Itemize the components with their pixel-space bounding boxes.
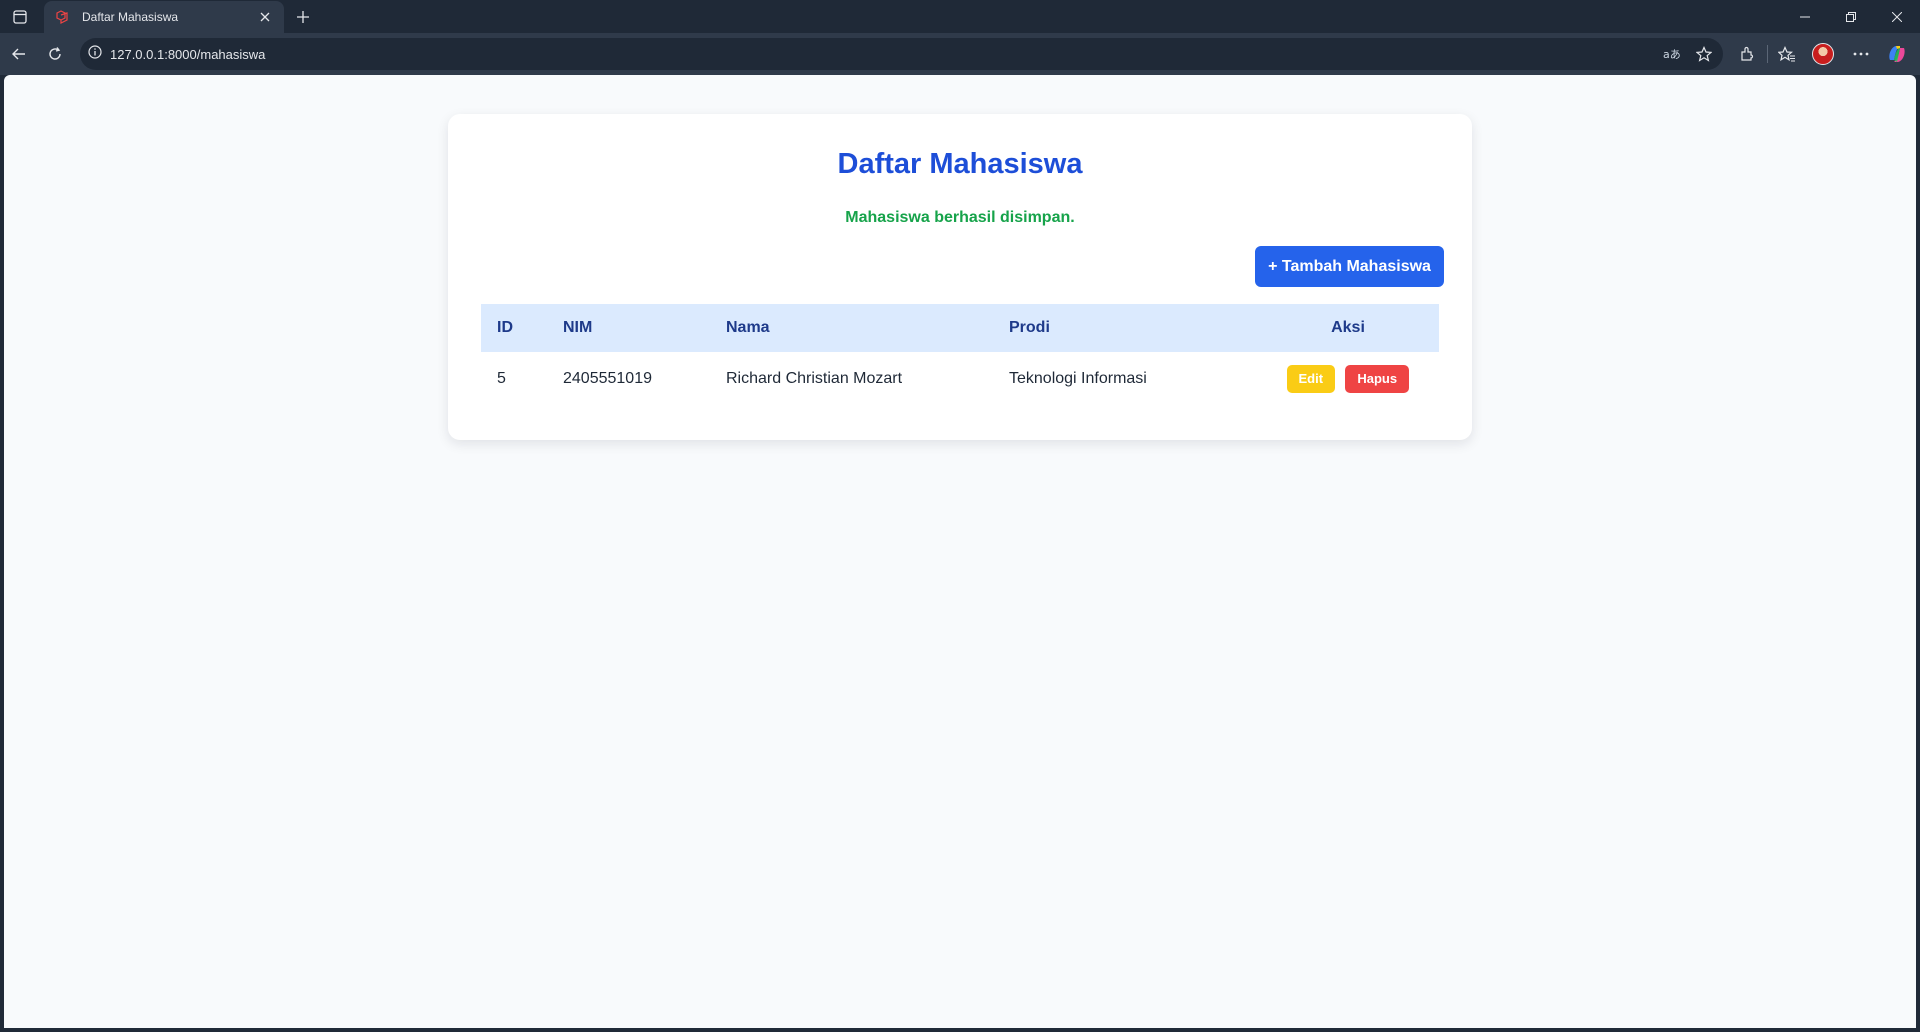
edit-button[interactable]: Edit <box>1286 364 1335 393</box>
toolbar-divider <box>1767 45 1768 63</box>
cell-nim: 2405551019 <box>563 369 652 387</box>
laravel-favicon-icon <box>54 9 70 25</box>
page-viewport: Daftar Mahasiswa Mahasiswa berhasil disi… <box>4 75 1916 1028</box>
extensions-icon[interactable] <box>1732 40 1762 68</box>
browser-toolbar: 127.0.0.1:8000/mahasiswa aあ <box>0 33 1920 75</box>
plus-icon[interactable] <box>290 4 316 30</box>
add-mahasiswa-button[interactable]: + Tambah Mahasiswa <box>1255 246 1444 287</box>
more-icon[interactable] <box>1846 40 1876 68</box>
address-bar[interactable]: 127.0.0.1:8000/mahasiswa aあ <box>80 38 1723 70</box>
restore-icon[interactable] <box>1828 0 1874 33</box>
cell-id: 5 <box>497 369 506 387</box>
column-header-prodi: Prodi <box>993 304 1257 352</box>
column-header-id: ID <box>481 304 547 352</box>
svg-text:aあ: aあ <box>1663 48 1681 61</box>
mahasiswa-card: Daftar Mahasiswa Mahasiswa berhasil disi… <box>448 114 1472 440</box>
back-icon[interactable] <box>4 40 34 68</box>
url-text[interactable]: 127.0.0.1:8000/mahasiswa <box>110 47 265 62</box>
cell-prodi: Teknologi Informasi <box>1009 369 1147 387</box>
minimize-icon[interactable] <box>1782 0 1828 33</box>
avatar[interactable] <box>1812 43 1834 65</box>
tab-actions-icon[interactable] <box>6 4 34 30</box>
browser-tab-bar: Daftar Mahasiswa <box>0 0 1920 33</box>
browser-tab[interactable]: Daftar Mahasiswa <box>44 1 284 33</box>
success-message: Mahasiswa berhasil disimpan. <box>845 209 1075 226</box>
column-header-nama: Nama <box>710 304 993 352</box>
close-icon[interactable] <box>256 8 274 26</box>
favorite-star-icon[interactable] <box>1690 38 1718 70</box>
window-close-icon[interactable] <box>1874 0 1920 33</box>
copilot-icon[interactable] <box>1886 43 1908 65</box>
table-row: 5 2405551019 Richard Christian Mozart Te… <box>481 352 1439 405</box>
mahasiswa-table: ID NIM Nama Prodi Aksi 5 2405551019 Rich… <box>481 304 1439 405</box>
column-header-nim: NIM <box>547 304 710 352</box>
favorites-icon[interactable] <box>1772 40 1802 68</box>
info-icon[interactable] <box>88 44 102 64</box>
column-header-aksi: Aksi <box>1257 304 1439 352</box>
tab-title: Daftar Mahasiswa <box>82 10 179 24</box>
cell-aksi: Edit Hapus <box>1257 352 1439 405</box>
cell-nama: Richard Christian Mozart <box>726 369 903 387</box>
reload-icon[interactable] <box>40 40 70 68</box>
page-title: Daftar Mahasiswa <box>837 148 1083 180</box>
read-aloud-icon[interactable]: aあ <box>1658 38 1686 70</box>
table-header-row: ID NIM Nama Prodi Aksi <box>481 304 1439 352</box>
delete-button[interactable]: Hapus <box>1345 364 1410 393</box>
